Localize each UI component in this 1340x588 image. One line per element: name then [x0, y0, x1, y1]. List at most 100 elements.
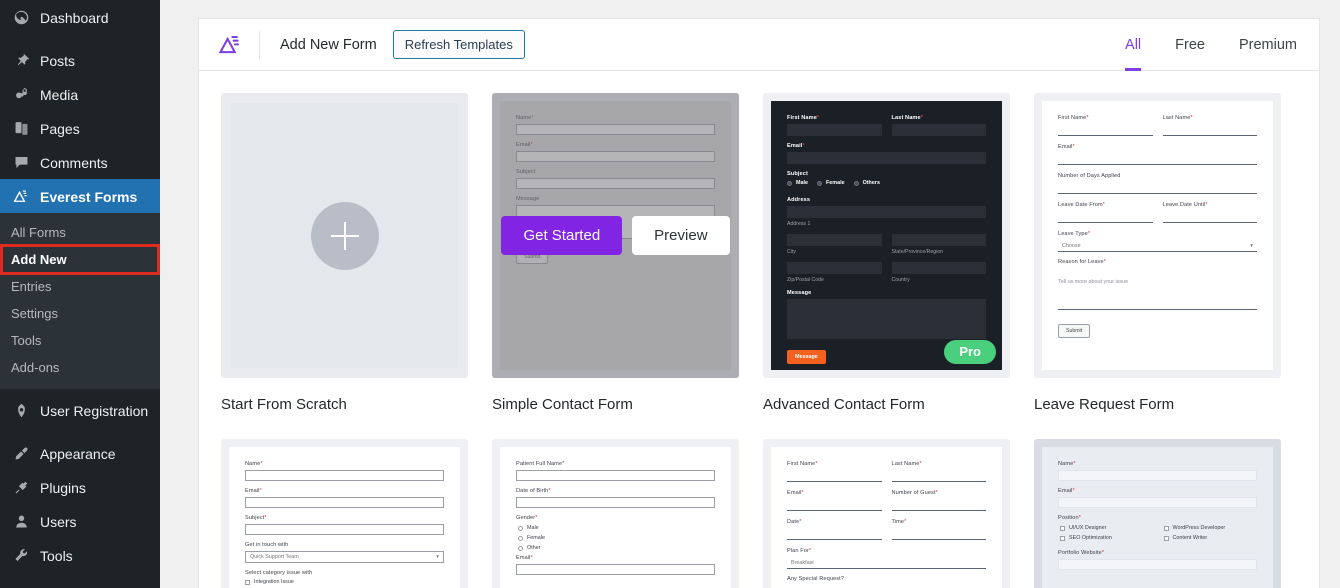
radio-icon-selected	[816, 180, 822, 186]
field-sublabel: State/Province/Region	[891, 249, 944, 255]
form-preview: First Name* Last Name* Email* Subject Ma…	[763, 93, 1010, 378]
template-thumbnail-job-application-form[interactable]: Name* Email* Position* UI/UX Designer Wo…	[1034, 439, 1281, 588]
sidebar-item-everest-forms[interactable]: Everest Forms	[0, 179, 160, 213]
field-input	[1058, 559, 1257, 570]
field-label: First Name*	[1058, 115, 1089, 121]
field-label: Date*	[787, 519, 802, 525]
field-input	[787, 124, 882, 136]
template-thumbnail-reservation-form[interactable]: First Name* Last Name* Email* Number of …	[763, 439, 1010, 588]
field-label: Date of Birth*	[516, 488, 551, 494]
header-divider	[259, 30, 260, 59]
field-label: Last Name*	[1162, 115, 1193, 121]
sidebar-item-tools[interactable]: Tools	[0, 538, 160, 572]
tab-premium[interactable]: Premium	[1239, 19, 1297, 71]
template-card[interactable]: First Name* Last Name* Email* Subject Ma…	[763, 93, 1010, 439]
field-input	[891, 499, 986, 511]
field-label: Leave Type*	[1058, 231, 1091, 237]
field-label: Select category issue with	[245, 570, 313, 576]
radio-icon	[787, 180, 792, 186]
field-input	[891, 262, 986, 274]
template-card[interactable]: Patient Full Name* Date of Birth* Gender…	[492, 439, 739, 588]
sidebar-item-posts[interactable]: Posts	[0, 43, 160, 77]
field-textarea	[787, 299, 986, 339]
sidebar-item-media[interactable]: Media	[0, 77, 160, 111]
sidebar-item-label: Users	[40, 513, 77, 530]
field-input	[787, 262, 882, 274]
sidebar-divider	[0, 427, 160, 436]
refresh-templates-button[interactable]: Refresh Templates	[392, 30, 525, 59]
field-label: Leave Date Until*	[1162, 202, 1208, 208]
template-title: Leave Request Form	[1034, 396, 1175, 413]
preview-button[interactable]: Preview	[632, 216, 730, 255]
field-label: Email*	[1058, 488, 1075, 494]
template-thumbnail-support-form[interactable]: Name* Email* Subject* Get in touch with …	[221, 439, 468, 588]
sidebar-item-comments[interactable]: Comments	[0, 145, 160, 179]
field-input	[787, 499, 882, 511]
media-icon	[11, 84, 31, 104]
appearance-icon	[11, 443, 31, 463]
select-value: Breakfast	[791, 559, 814, 566]
field-input	[1058, 211, 1153, 223]
checkbox-option: Content Writer	[1163, 535, 1258, 541]
admin-sidebar: Dashboard Posts Media Pages Comments Eve	[0, 0, 160, 588]
sidebar-item-users[interactable]: Users	[0, 504, 160, 538]
field-input	[516, 564, 715, 575]
sidebar-item-label: User Registration	[40, 402, 149, 419]
submenu-item-add-new[interactable]: Add New	[0, 244, 160, 275]
checkbox-option: WordPress Developer	[1163, 525, 1258, 531]
radio-icon	[853, 180, 859, 186]
template-card[interactable]: Name* Email* Subject* Get in touch with …	[221, 439, 468, 588]
plus-icon	[310, 201, 379, 270]
field-label: Name*	[1058, 461, 1076, 467]
template-card[interactable]: Name* Email* Position* UI/UX Designer Wo…	[1034, 439, 1281, 588]
sidebar-item-dashboard[interactable]: Dashboard	[0, 0, 160, 34]
field-input	[891, 234, 986, 246]
sidebar-item-label: Posts	[40, 52, 76, 69]
template-card[interactable]: Start From Scratch	[221, 93, 468, 439]
field-input	[245, 497, 444, 508]
tab-free[interactable]: Free	[1175, 19, 1205, 71]
checkbox-option: UI/UX Designer	[1060, 525, 1154, 531]
submenu-item-entries[interactable]: Entries	[0, 273, 160, 300]
submenu-item-all-forms[interactable]: All Forms	[0, 219, 160, 246]
field-label: Get in touch with	[245, 542, 289, 548]
field-select: Choose ▾	[1058, 240, 1257, 252]
checkbox-icon	[1163, 525, 1169, 531]
template-thumbnail-simple-contact-form[interactable]: Name* Email* Subject Message Submit G	[492, 93, 739, 378]
template-thumbnail-patient-form[interactable]: Patient Full Name* Date of Birth* Gender…	[492, 439, 739, 588]
tab-all[interactable]: All	[1125, 19, 1142, 71]
chevron-down-icon: ▾	[1250, 242, 1253, 249]
sidebar-item-appearance[interactable]: Appearance	[0, 436, 160, 470]
template-card[interactable]: First Name* Last Name* Email* Number of …	[763, 439, 1010, 588]
field-input	[891, 528, 986, 540]
template-thumbnail-advanced-contact-form[interactable]: First Name* Last Name* Email* Subject Ma…	[763, 93, 1010, 378]
template-card[interactable]: First Name* Last Name* Email* Number of …	[1034, 93, 1281, 439]
submenu-item-tools[interactable]: Tools	[0, 327, 160, 354]
template-filter-tabs: All Free Premium	[1125, 19, 1297, 71]
sidebar-item-label: Pages	[40, 120, 80, 137]
field-input	[787, 234, 882, 246]
select-value: Choose	[1062, 242, 1081, 249]
submenu-item-addons[interactable]: Add-ons	[0, 354, 160, 381]
field-input	[891, 124, 986, 136]
everest-forms-logo	[215, 30, 245, 60]
field-input	[891, 470, 986, 482]
everest-forms-submenu: All Forms Add New Entries Settings Tools…	[0, 213, 160, 389]
field-input	[787, 470, 882, 482]
field-label: Leave Date From*	[1058, 202, 1105, 208]
template-card[interactable]: Name* Email* Subject Message Submit G	[492, 93, 739, 439]
field-label: First Name*	[787, 115, 820, 121]
sidebar-item-plugins[interactable]: Plugins	[0, 470, 160, 504]
sidebar-item-pages[interactable]: Pages	[0, 111, 160, 145]
plugins-icon	[11, 477, 31, 497]
submenu-item-settings[interactable]: Settings	[0, 300, 160, 327]
field-select: Quick Support Team ▾	[245, 551, 444, 563]
sidebar-item-user-registration[interactable]: User Registration	[0, 393, 160, 427]
template-thumbnail-leave-request-form[interactable]: First Name* Last Name* Email* Number of …	[1034, 93, 1281, 378]
radio-icon	[518, 545, 523, 551]
field-select: Breakfast	[787, 557, 986, 569]
field-input	[1058, 153, 1257, 165]
field-input	[1162, 211, 1257, 223]
template-thumbnail-start-from-scratch[interactable]	[221, 93, 468, 378]
get-started-button[interactable]: Get Started	[501, 216, 623, 255]
